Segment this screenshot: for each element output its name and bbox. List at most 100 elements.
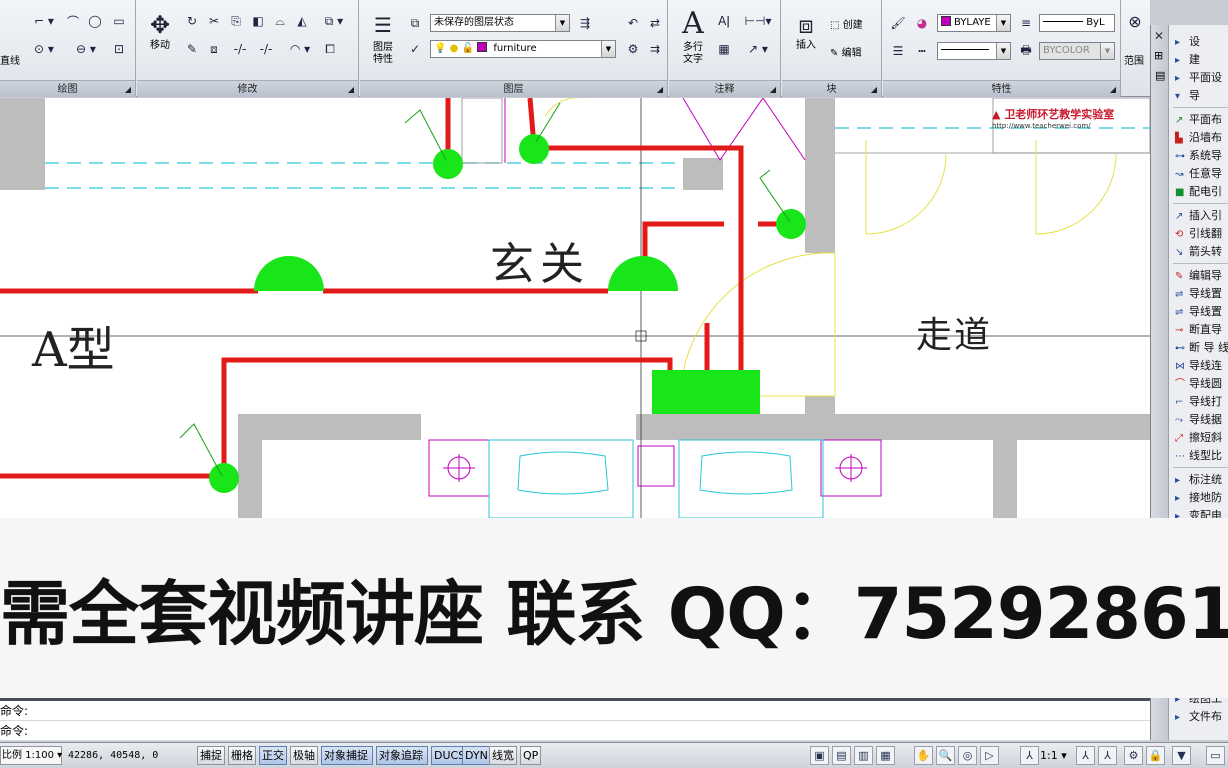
modify-panel-title[interactable]: 修改 ◢ (137, 80, 358, 97)
showmotion-icon[interactable]: ▷ (980, 746, 999, 765)
match-properties-icon[interactable]: 🖌 (889, 14, 907, 32)
lock-toolbar-icon[interactable]: 🔒 (1146, 746, 1165, 765)
layer-states-icon[interactable]: ⧉ (406, 14, 424, 32)
fillet-icon[interactable]: ⌓ (271, 12, 289, 30)
palette-tool-item[interactable]: ⊷ 断 导 线 (1175, 339, 1228, 357)
measure-icon[interactable]: ⊗ (1126, 12, 1144, 31)
coordinate-readout[interactable]: 42286, 40548, 0 (68, 746, 196, 765)
palette-category[interactable]: ▸ 文件布 (1175, 708, 1222, 726)
model-icon[interactable]: ▣ (810, 746, 829, 765)
text-style-icon[interactable]: Aǀ (715, 12, 733, 30)
annotation-scale-icon[interactable]: ⅄ (1020, 746, 1039, 765)
properties-icon[interactable]: ⊞ (1154, 49, 1163, 62)
palette-category[interactable]: ▸ 标注统 (1175, 471, 1222, 489)
break-icon[interactable]: -/- (229, 40, 251, 58)
status-toggle[interactable]: 对象捕捉 (321, 746, 373, 765)
palette-tool-item[interactable]: ↝ 任意导 (1175, 165, 1222, 183)
menu-icon[interactable]: ▤ (1155, 69, 1165, 82)
status-toggle[interactable]: 极轴 (290, 746, 318, 765)
rotate-icon[interactable]: ↻ (183, 12, 201, 30)
hardware-accel-icon[interactable]: ▼ (1172, 746, 1191, 765)
pan-icon[interactable]: ✋ (914, 746, 933, 765)
table-icon[interactable]: ▦ (715, 40, 733, 58)
rectangle-icon[interactable]: ▭ (110, 12, 128, 30)
palette-tool-item[interactable]: ⤢ 擦短斜 (1175, 429, 1222, 447)
palette-category[interactable]: ▾ 导 (1175, 87, 1200, 105)
command-input-line[interactable]: 命令: (0, 721, 1150, 741)
make-current-icon[interactable]: ✓ (406, 40, 424, 58)
hatch-icon[interactable]: ⊖ ▾ (70, 40, 102, 58)
status-toggle[interactable]: 线宽 (489, 746, 517, 765)
trim-icon[interactable]: ✂ (205, 12, 223, 30)
annotation-visibility-icon[interactable]: ⅄ (1076, 746, 1095, 765)
palette-tool-item[interactable]: ⇌ 导线置 (1175, 285, 1222, 303)
polyline-icon[interactable]: ⌐ ▾ (28, 12, 60, 30)
boundary-icon[interactable]: ⊡ (110, 40, 128, 58)
palette-tool-item[interactable]: ⌐ 导线打 (1175, 393, 1222, 411)
auto-scale-icon[interactable]: ⅄ (1098, 746, 1117, 765)
array-icon[interactable]: ◭ (293, 12, 311, 30)
layer-previous-icon[interactable]: ↶ (624, 14, 642, 32)
workspace-gear-icon[interactable]: ⚙ (1124, 746, 1143, 765)
layout1-icon[interactable]: ▤ (832, 746, 851, 765)
offset-icon[interactable]: ⧉ ▾ (317, 12, 351, 30)
command-window[interactable]: 命令: 命令: (0, 698, 1150, 741)
palette-category[interactable]: ▸ 建 (1175, 51, 1200, 69)
edit-block-button[interactable]: ✎ 编辑 (830, 44, 862, 59)
palette-tool-item[interactable]: ↘ 箭头转 (1175, 243, 1222, 261)
status-toggle[interactable]: 对象追踪 (376, 746, 428, 765)
status-toggle[interactable]: 捕捉 (197, 746, 225, 765)
palette-tool-item[interactable]: ⋈ 导线连 (1175, 357, 1222, 375)
layer-isolate-icon[interactable]: ⇄ (646, 14, 664, 32)
linetype-icon[interactable]: ┅ (913, 42, 931, 60)
multiline-text-button[interactable]: A 多行 文字 (673, 6, 713, 66)
clean-screen-icon[interactable]: ▭ (1206, 746, 1225, 765)
plotstyle-dropdown[interactable]: BYCOLOR ▼ (1039, 42, 1115, 60)
status-toggle[interactable]: QP (520, 746, 542, 765)
mirror-icon[interactable]: ◧ (249, 12, 267, 30)
range-label[interactable]: 范围 (1124, 52, 1144, 67)
insert-button[interactable]: ⧈ 插入 (786, 10, 826, 52)
stretch-icon[interactable]: ✎ (183, 40, 201, 58)
scale-dropdown[interactable]: 比例 1:100 ▾ (0, 746, 62, 765)
circle-icon[interactable]: ◯ (86, 12, 104, 30)
ellipse-icon[interactable]: ⊙ ▾ (28, 40, 60, 58)
close-icon[interactable]: ✕ (1154, 29, 1164, 43)
list-icon[interactable]: ☰ (889, 42, 907, 60)
palette-tool-item[interactable]: ⇌ 导线置 (1175, 303, 1222, 321)
current-layer-dropdown[interactable]: 💡 ● 🔓 furniture ▼ (430, 40, 616, 58)
create-block-button[interactable]: ⬚ 创建 (830, 16, 863, 31)
status-toggle[interactable]: 正交 (259, 746, 287, 765)
layer-state-dropdown[interactable]: 未保存的图层状态 ▼ (430, 14, 570, 32)
copy-icon[interactable]: ⎘ (227, 12, 245, 30)
layer-match-icon[interactable]: ⇶ (576, 14, 594, 32)
block-panel-title[interactable]: 块 ◢ (782, 80, 881, 97)
palette-category[interactable]: ▸ 接地防 (1175, 489, 1222, 507)
extend-icon[interactable]: -/- (255, 40, 277, 58)
palette-tool-item[interactable]: ⤳ 导线据 (1175, 411, 1222, 429)
palette-tool-item[interactable]: ⋯ 线型比 (1175, 447, 1222, 465)
lineweight-dropdown[interactable]: ByL (1039, 14, 1115, 32)
annotation-panel-title[interactable]: 注释 ◢ (669, 80, 780, 97)
palette-tool-item[interactable]: ↗ 插入引 (1175, 207, 1222, 225)
chamfer-icon[interactable]: ◠ ▾ (283, 40, 317, 58)
palette-tool-item[interactable]: ▙ 沿墙布 (1175, 129, 1222, 147)
palette-category[interactable]: ▸ 设 (1175, 33, 1200, 51)
explode-icon[interactable]: ⧠ (321, 40, 339, 58)
palette-tool-item[interactable]: ✎ 编辑导 (1175, 267, 1222, 285)
scale-icon[interactable]: ⧈ (205, 40, 223, 58)
leader-icon[interactable]: ↗ ▾ (741, 40, 775, 58)
palette-tool-item[interactable]: ⊶ 系统导 (1175, 147, 1222, 165)
layer-merge-icon[interactable]: ⇉ (646, 40, 664, 58)
line-tool-label[interactable]: 直线 (0, 52, 20, 67)
palette-tool-item[interactable]: ⟲ 引线翻 (1175, 225, 1222, 243)
layer-properties-button[interactable]: ☰ 图层 特性 (364, 8, 402, 66)
palette-tool-item[interactable]: ⊸ 断直导 (1175, 321, 1222, 339)
move-button[interactable]: ✥ 移动 (143, 10, 177, 52)
annotation-scale-value[interactable]: 1:1 ▾ (1040, 749, 1067, 762)
dimension-icon[interactable]: ⊢⊣▾ (741, 12, 775, 30)
drawing-canvas[interactable]: 玄关 A型 走道 ▲ 卫老师环艺教学实验室 http://www.teacher… (0, 98, 1150, 518)
lineweight-icon[interactable]: ≡ (1017, 14, 1035, 32)
palette-tool-item[interactable]: ■ 配电引 (1175, 183, 1222, 201)
layer-walk-icon[interactable]: ⚙ (624, 40, 642, 58)
